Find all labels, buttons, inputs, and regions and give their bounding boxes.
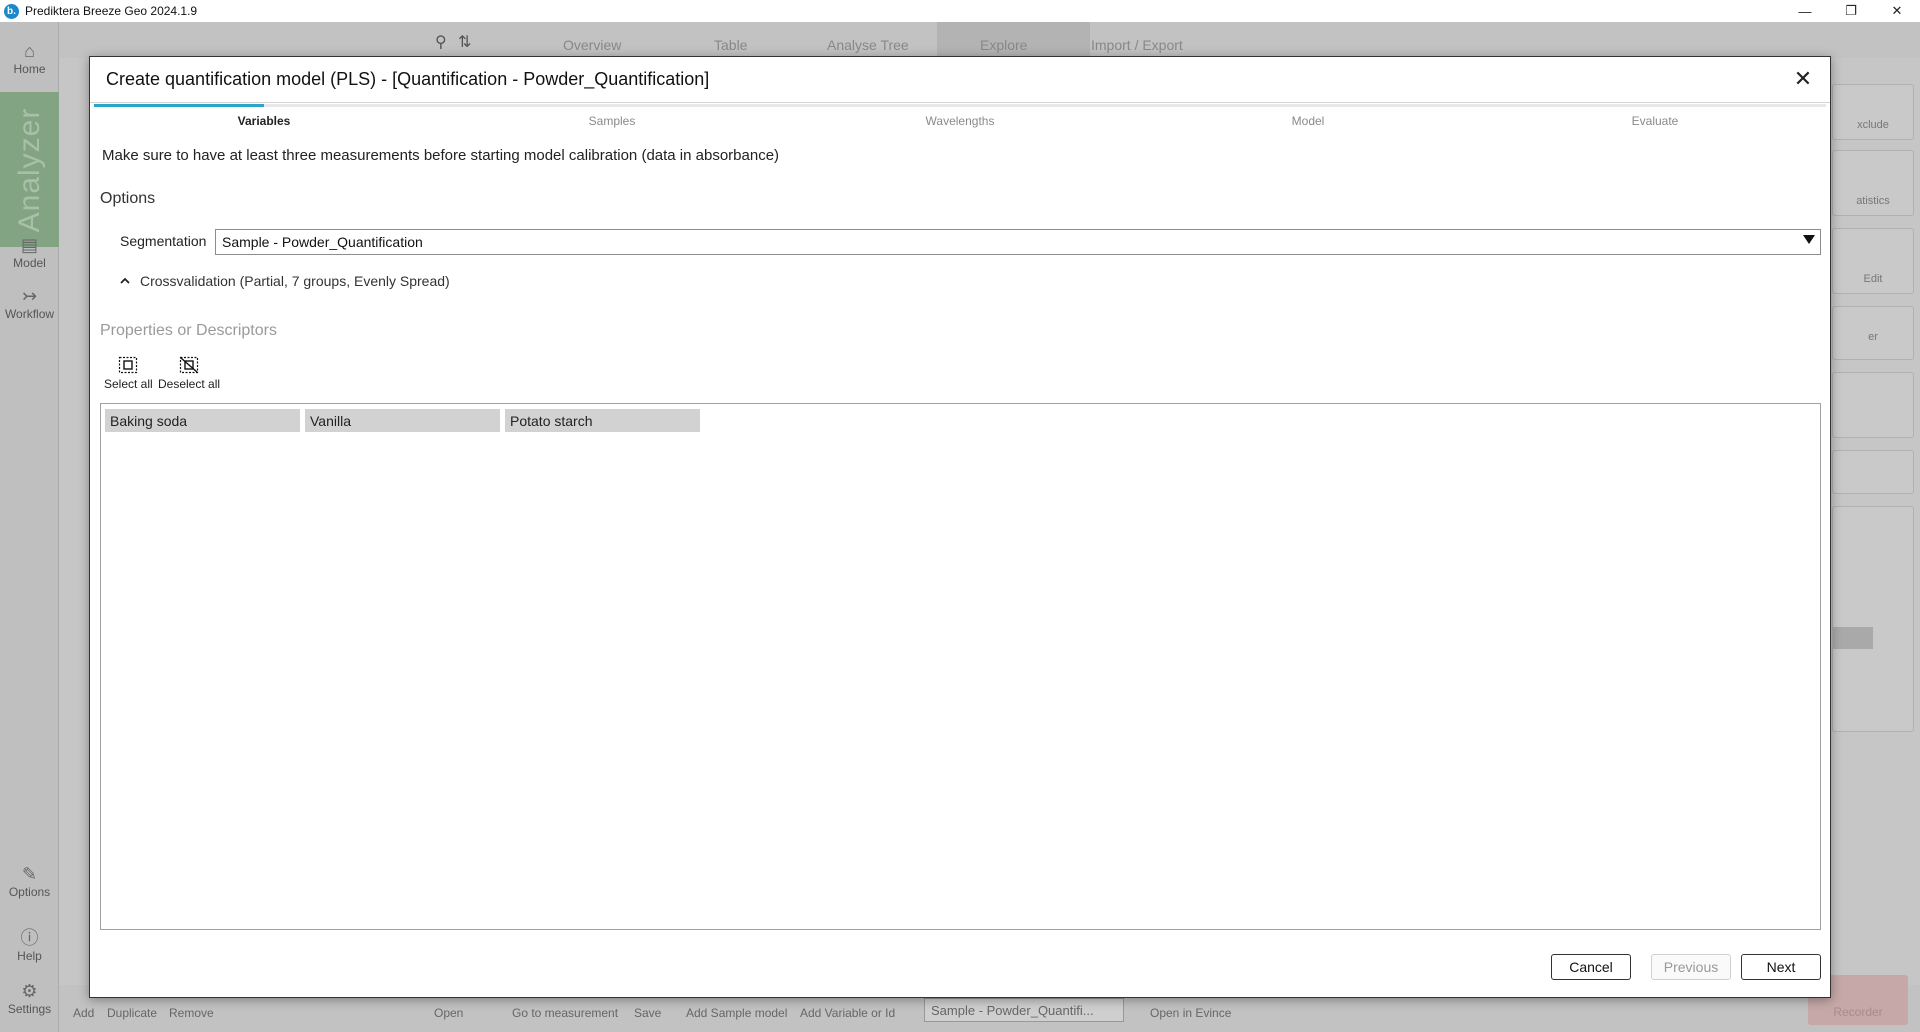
- search-icon[interactable]: ⚲: [435, 32, 447, 52]
- options-heading: Options: [100, 190, 156, 207]
- rail-analyzer[interactable]: Analyzer: [0, 92, 59, 247]
- rail-workflow[interactable]: ↣ Workflow: [0, 285, 59, 321]
- dialog-header: Create quantification model (PLS) - [Qua…: [90, 57, 1830, 103]
- tab-table[interactable]: Table: [714, 37, 747, 53]
- workflow-icon: ↣: [21, 286, 38, 306]
- properties-heading: Properties or Descriptors: [100, 322, 277, 339]
- segmentation-label: Segmentation: [120, 233, 207, 249]
- background-open-in-evince-button[interactable]: Open in Evince: [1150, 1006, 1231, 1020]
- next-button[interactable]: Next: [1741, 954, 1821, 980]
- dialog-close-button[interactable]: ✕: [1790, 66, 1816, 92]
- tab-analyse-tree[interactable]: Analyse Tree: [827, 37, 909, 53]
- step-progress-fill: [94, 104, 264, 107]
- window-title: Prediktera Breeze Geo 2024.1.9: [25, 4, 198, 18]
- wizard-steps: Variables Samples Wavelengths Model Eval…: [90, 103, 1830, 133]
- gear-icon: ⚙: [21, 981, 38, 1001]
- previous-button[interactable]: Previous: [1651, 954, 1731, 980]
- select-all-icon: [119, 356, 138, 374]
- tab-overview[interactable]: Overview: [563, 37, 621, 53]
- background-add-button[interactable]: Add: [73, 1006, 94, 1020]
- tab-import-export[interactable]: Import / Export: [1091, 37, 1183, 53]
- calibration-info-text: Make sure to have at least three measure…: [102, 147, 780, 164]
- left-rail: ⌂ Home Analyzer ▤ Model ↣ Workflow ✎ Opt…: [0, 22, 59, 1032]
- select-all-button[interactable]: Select all: [104, 356, 153, 391]
- sort-icon[interactable]: ⇅: [458, 32, 471, 52]
- background-edit-card[interactable]: Edit: [1832, 228, 1914, 294]
- rail-home[interactable]: ⌂ Home: [0, 40, 59, 76]
- background-save-button[interactable]: Save: [634, 1006, 661, 1020]
- step-progress-track: [94, 104, 1826, 107]
- os-titlebar: b. Prediktera Breeze Geo 2024.1.9 — ❐ ✕: [0, 0, 1920, 22]
- deselect-all-icon: [179, 356, 199, 374]
- rail-options[interactable]: ✎ Options: [0, 863, 59, 899]
- segmentation-select[interactable]: Sample - Powder_Quantification: [215, 229, 1821, 255]
- dialog-title: Create quantification model (PLS) - [Qua…: [106, 69, 710, 89]
- step-evaluate[interactable]: Evaluate: [1555, 114, 1755, 128]
- help-icon: ⓘ: [20, 928, 39, 948]
- background-remove-button[interactable]: Remove: [169, 1006, 214, 1020]
- rail-settings[interactable]: ⚙ Settings: [0, 980, 59, 1016]
- background-statistics-card[interactable]: atistics: [1832, 150, 1914, 216]
- model-icon: ▤: [20, 235, 38, 255]
- segmentation-value: Sample - Powder_Quantification: [222, 234, 423, 250]
- background-open-button[interactable]: Open: [434, 1006, 463, 1020]
- property-item-potato-starch[interactable]: Potato starch: [505, 409, 700, 432]
- properties-list: Baking soda Vanilla Potato starch: [100, 403, 1821, 930]
- rail-model[interactable]: ▤ Model: [0, 234, 59, 270]
- minimize-button[interactable]: —: [1782, 0, 1828, 22]
- create-model-dialog: Create quantification model (PLS) - [Qua…: [89, 56, 1831, 998]
- app-logo-icon: b.: [4, 3, 19, 19]
- background-panel-card: [1832, 506, 1914, 732]
- crossvalidation-toggle[interactable]: Crossvalidation (Partial, 7 groups, Even…: [118, 273, 450, 289]
- window-controls: — ❐ ✕: [1782, 0, 1920, 22]
- background-panel-card: [1832, 372, 1914, 438]
- background-duplicate-button[interactable]: Duplicate: [107, 1006, 157, 1020]
- cancel-button[interactable]: Cancel: [1551, 954, 1631, 980]
- background-add-sample-model-button[interactable]: Add Sample model: [686, 1006, 787, 1020]
- home-icon: ⌂: [24, 41, 35, 61]
- deselect-all-button[interactable]: Deselect all: [158, 356, 220, 391]
- property-item-vanilla[interactable]: Vanilla: [305, 409, 500, 432]
- step-model[interactable]: Model: [1208, 114, 1408, 128]
- background-exclude-card[interactable]: xclude: [1832, 84, 1914, 140]
- chevron-up-icon: [120, 277, 130, 284]
- background-sample-select[interactable]: Sample - Powder_Quantifi...: [924, 998, 1124, 1022]
- background-go-to-measurement-button[interactable]: Go to measurement: [512, 1006, 618, 1020]
- step-variables[interactable]: Variables: [164, 114, 364, 128]
- maximize-button[interactable]: ❐: [1828, 0, 1874, 22]
- window-close-button[interactable]: ✕: [1874, 0, 1920, 22]
- background-panel-card: [1832, 450, 1914, 494]
- rail-help[interactable]: ⓘ Help: [0, 927, 59, 963]
- property-item-baking-soda[interactable]: Baking soda: [105, 409, 300, 432]
- background-add-variable-button[interactable]: Add Variable or Id: [800, 1006, 895, 1020]
- crossvalidation-label: Crossvalidation (Partial, 7 groups, Even…: [140, 273, 450, 289]
- background-filter-card[interactable]: er: [1832, 306, 1914, 360]
- chevron-down-icon: [1803, 235, 1815, 244]
- pencil-icon: ✎: [21, 864, 38, 884]
- tab-explore[interactable]: Explore: [980, 37, 1027, 53]
- step-samples[interactable]: Samples: [512, 114, 712, 128]
- step-wavelengths[interactable]: Wavelengths: [860, 114, 1060, 128]
